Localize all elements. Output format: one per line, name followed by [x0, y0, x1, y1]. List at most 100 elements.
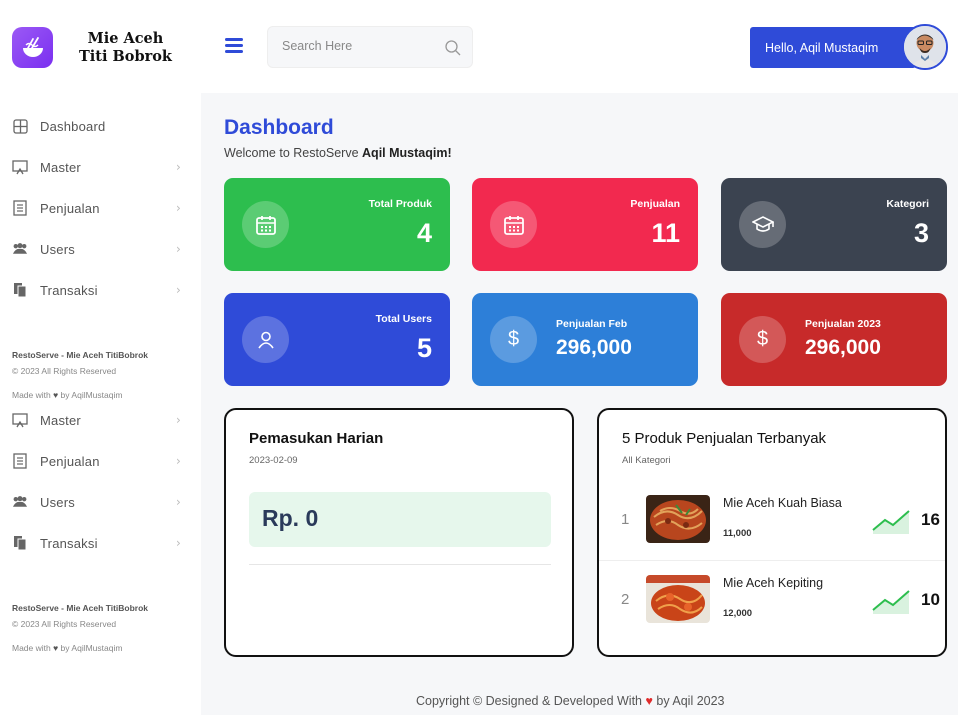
card-total-users[interactable]: Total Users 5: [224, 293, 450, 386]
calendar-icon: [490, 201, 537, 248]
chevron-right-icon: ›: [176, 413, 181, 427]
sidebar-footer-made: Made with ♥ by AqilMustaqim: [12, 390, 123, 400]
dollar-icon: $: [739, 316, 786, 363]
page-title: Dashboard: [224, 116, 334, 139]
card-value: 296,000: [805, 336, 881, 359]
topbar: Hello, Aqil Mustaqim: [201, 0, 958, 93]
sidebar-item-label: Master: [40, 412, 81, 428]
sidebar-footer-made: Made with ♥ by AqilMustaqim: [12, 643, 123, 653]
income-value: Rp. 0: [262, 505, 319, 531]
monitor-icon: [12, 412, 28, 428]
product-rank: 1: [621, 511, 630, 528]
sidebar-item-transaksi[interactable]: Transaksi ›: [0, 531, 201, 555]
product-image: [646, 575, 710, 623]
calendar-icon: [242, 201, 289, 248]
sidebar-item-label: Master: [40, 159, 81, 175]
product-name: Mie Aceh Kepiting: [723, 576, 824, 590]
trend-up-icon: [871, 508, 911, 534]
sidebar-item-master[interactable]: Master ›: [0, 408, 201, 432]
graduation-cap-icon: [739, 201, 786, 248]
product-count: 10: [921, 590, 940, 609]
panel-subtitle: All Kategori: [622, 455, 671, 466]
files-icon: [12, 535, 28, 551]
dollar-icon: $: [490, 316, 537, 363]
chevron-right-icon: ›: [176, 160, 181, 174]
card-label: Penjualan: [630, 198, 680, 210]
sidebar-item-label: Dashboard: [40, 118, 106, 134]
card-penjualan-2023[interactable]: $ Penjualan 2023 296,000: [721, 293, 947, 386]
product-price: 12,000: [723, 608, 753, 619]
card-total-produk[interactable]: Total Produk 4: [224, 178, 450, 271]
receipt-icon: [12, 200, 28, 216]
copyright: Copyright © Designed & Developed With ♥ …: [416, 694, 725, 708]
sidebar-footer-title: RestoServe - Mie Aceh TitiBobrok: [12, 350, 149, 360]
sidebar: Mie Aceh Titi Bobrok Dashboard Master › …: [0, 0, 201, 715]
chevron-right-icon: ›: [176, 201, 181, 215]
sidebar-item-label: Transaksi: [40, 535, 98, 551]
divider: [249, 564, 551, 565]
product-rank: 2: [621, 591, 630, 608]
heart-icon: ♥: [53, 643, 59, 653]
card-value: 296,000: [556, 336, 632, 359]
noodle-bowl-icon: [12, 27, 53, 68]
dashboard-icon: [12, 118, 28, 134]
card-value: 11: [651, 218, 680, 248]
sidebar-item-master[interactable]: Master ›: [0, 155, 201, 179]
files-icon: [12, 282, 28, 298]
list-item[interactable]: 2 Mie Aceh Kepiting 12,000 10: [599, 560, 945, 640]
trend-up-icon: [871, 588, 911, 614]
heart-icon: ♥: [53, 390, 59, 400]
search-box: [267, 26, 473, 68]
income-box: Rp. 0: [249, 492, 551, 547]
sidebar-item-penjualan[interactable]: Penjualan ›: [0, 449, 201, 473]
sidebar-item-label: Penjualan: [40, 453, 100, 469]
panel-pemasukan-harian: Pemasukan Harian 2023-02-09 Rp. 0: [224, 408, 574, 657]
receipt-icon: [12, 453, 28, 469]
card-kategori[interactable]: Kategori 3: [721, 178, 947, 271]
sidebar-footer-title: RestoServe - Mie Aceh TitiBobrok: [12, 603, 149, 613]
welcome-text: Welcome to RestoServe Aqil Mustaqim!: [224, 146, 452, 160]
sidebar-item-label: Users: [40, 241, 75, 257]
panel-title: Pemasukan Harian: [249, 430, 384, 447]
search-icon[interactable]: [444, 39, 462, 57]
users-icon: [12, 494, 28, 510]
panel-date: 2023-02-09: [249, 455, 298, 466]
chevron-right-icon: ›: [176, 536, 181, 550]
panel-title: 5 Produk Penjualan Terbanyak: [622, 430, 827, 447]
sidebar-item-label: Users: [40, 494, 75, 510]
chevron-right-icon: ›: [176, 242, 181, 256]
sidebar-item-transaksi[interactable]: Transaksi ›: [0, 278, 201, 302]
sidebar-item-users[interactable]: Users ›: [0, 490, 201, 514]
heart-icon: ♥: [645, 694, 653, 708]
avatar[interactable]: [902, 24, 948, 70]
menu-toggle-button[interactable]: [225, 38, 243, 53]
sidebar-item-label: Transaksi: [40, 282, 98, 298]
product-image: [646, 495, 710, 543]
card-label: Total Produk: [368, 198, 432, 210]
user-icon: [242, 316, 289, 363]
sidebar-footer-rights: © 2023 All Rights Reserved: [12, 366, 117, 376]
user-greeting: Hello, Aqil Mustaqim: [765, 40, 879, 55]
list-item[interactable]: 1 Mie Aceh Kuah Biasa 11,000 16: [599, 480, 945, 560]
card-value: 4: [416, 218, 432, 248]
sidebar-item-dashboard[interactable]: Dashboard: [0, 114, 201, 138]
panel-top-products: 5 Produk Penjualan Terbanyak All Kategor…: [597, 408, 947, 657]
brand-name: Mie Aceh Titi Bobrok: [79, 29, 172, 65]
product-name: Mie Aceh Kuah Biasa: [723, 496, 842, 510]
chevron-right-icon: ›: [176, 283, 181, 297]
card-penjualan[interactable]: Penjualan 11: [472, 178, 698, 271]
hamburger-icon: [225, 38, 243, 41]
brand-logo[interactable]: Mie Aceh Titi Bobrok: [12, 27, 172, 68]
sidebar-item-users[interactable]: Users ›: [0, 237, 201, 261]
product-price: 11,000: [723, 528, 752, 539]
sidebar-item-label: Penjualan: [40, 200, 100, 216]
chevron-right-icon: ›: [176, 495, 181, 509]
card-penjualan-feb[interactable]: $ Penjualan Feb 296,000: [472, 293, 698, 386]
users-icon: [12, 241, 28, 257]
card-label: Total Users: [375, 313, 432, 325]
search-input[interactable]: [282, 39, 432, 53]
sidebar-item-penjualan[interactable]: Penjualan ›: [0, 196, 201, 220]
user-greeting-button[interactable]: Hello, Aqil Mustaqim: [750, 27, 916, 68]
card-value: 5: [416, 333, 432, 363]
card-label: Penjualan 2023: [805, 318, 881, 330]
